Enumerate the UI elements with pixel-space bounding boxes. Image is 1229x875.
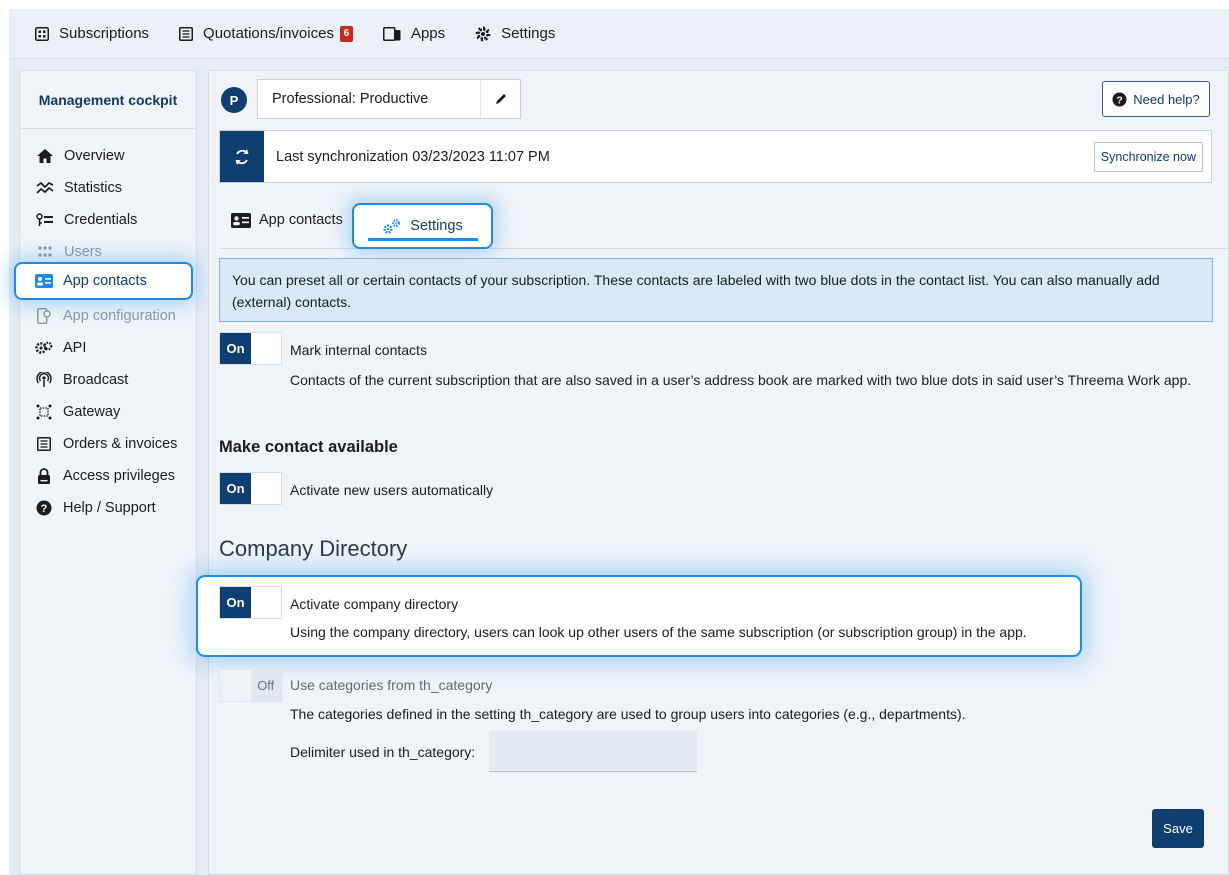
orders-icon xyxy=(35,437,53,451)
nav-settings-label: Settings xyxy=(501,25,556,42)
sidebar-item-orders-invoices[interactable]: Orders & invoices xyxy=(19,428,197,460)
broadcast-icon xyxy=(35,372,53,388)
top-navigation: Subscriptions Quotations/invoices 6 Apps… xyxy=(9,9,1229,59)
mark-internal-description: Contacts of the current subscription tha… xyxy=(290,372,1192,388)
invoice-count-badge: 6 xyxy=(339,25,353,42)
contacts-icon xyxy=(231,212,251,228)
edit-profile-button[interactable] xyxy=(480,80,520,118)
sidebar-item-help-support[interactable]: ? Help / Support xyxy=(19,492,197,524)
sidebar-item-label: App configuration xyxy=(63,308,176,324)
home-icon xyxy=(36,149,54,163)
sidebar-item-label: Broadcast xyxy=(63,372,129,388)
use-categories-description: The categories defined in the setting th… xyxy=(290,706,966,722)
nav-apps[interactable]: Apps xyxy=(382,25,446,42)
sidebar-item-label: App contacts xyxy=(63,273,147,289)
tab-settings-label: Settings xyxy=(410,218,463,234)
sidebar-item-label: API xyxy=(63,340,87,356)
sidebar-item-broadcast[interactable]: Broadcast xyxy=(19,364,197,396)
apps-icon xyxy=(382,26,401,41)
use-categories-toggle[interactable]: Off xyxy=(219,669,282,702)
nav-subscriptions-label: Subscriptions xyxy=(59,25,150,42)
need-help-label: Need help? xyxy=(1133,91,1200,107)
info-box: You can preset all or certain contacts o… xyxy=(219,258,1213,322)
activate-company-directory-description: Using the company directory, users can l… xyxy=(290,624,1027,640)
sidebar-title: Management cockpit xyxy=(20,71,196,129)
nav-subscriptions[interactable]: Subscriptions xyxy=(35,25,149,42)
profile-name: Professional: Productive xyxy=(272,91,429,107)
active-tab-indicator xyxy=(368,238,478,241)
activate-company-directory-toggle[interactable]: On xyxy=(219,586,282,619)
gears-icon xyxy=(382,218,402,234)
need-help-button[interactable]: ? Need help? xyxy=(1102,81,1210,117)
nav-settings[interactable]: Settings xyxy=(475,25,555,42)
sidebar-item-credentials[interactable]: Credentials xyxy=(20,204,196,236)
pencil-icon xyxy=(494,92,508,106)
gear-icon xyxy=(475,26,491,42)
sync-status-text: Last synchronization 03/23/2023 11:07 PM xyxy=(276,148,550,165)
company-directory-highlight xyxy=(196,575,1082,657)
use-categories-label: Use categories from th_category xyxy=(290,677,493,693)
sidebar-item-label: Statistics xyxy=(64,180,123,196)
sidebar-list: Overview Statistics Credentials Users xyxy=(20,129,196,268)
sync-icon xyxy=(220,131,264,182)
sidebar-item-statistics[interactable]: Statistics xyxy=(20,172,196,204)
toggle-track xyxy=(251,473,281,504)
svg-text:?: ? xyxy=(41,503,48,515)
sidebar-item-label: Orders & invoices xyxy=(63,436,178,452)
invoice-icon xyxy=(179,26,194,41)
gateway-icon xyxy=(35,404,53,420)
sidebar-item-label: Overview xyxy=(64,148,125,164)
chart-icon xyxy=(36,181,54,195)
app-config-icon xyxy=(35,308,53,324)
sidebar-item-label: Access privileges xyxy=(63,468,176,484)
sidebar-item-api[interactable]: API xyxy=(19,332,197,364)
save-button[interactable]: Save xyxy=(1152,809,1204,848)
sidebar-item-label: Help / Support xyxy=(63,500,156,516)
toggle-track xyxy=(220,670,251,701)
toggle-track xyxy=(251,333,281,364)
activate-new-users-label: Activate new users automatically xyxy=(290,482,494,498)
delimiter-label: Delimiter used in th_category: xyxy=(290,744,476,760)
sidebar-item-gateway[interactable]: Gateway xyxy=(19,396,197,428)
sidebar-item-label: Credentials xyxy=(64,212,138,228)
synchronize-now-button[interactable]: Synchronize now xyxy=(1093,142,1203,172)
tab-settings[interactable]: Settings xyxy=(352,203,493,249)
users-icon xyxy=(36,245,54,259)
sidebar-item-app-contacts[interactable]: App contacts xyxy=(14,262,193,300)
contacts-icon xyxy=(35,274,53,288)
tab-app-contacts-label: App contacts xyxy=(259,212,343,228)
api-icon xyxy=(35,340,53,356)
make-contact-available-heading: Make contact available xyxy=(219,438,398,456)
toggle-state: On xyxy=(220,473,251,504)
mark-internal-label: Mark internal contacts xyxy=(290,342,427,358)
key-icon xyxy=(36,213,54,227)
activate-new-users-toggle[interactable]: On xyxy=(219,472,282,505)
company-directory-heading: Company Directory xyxy=(219,536,408,561)
sync-bar: Last synchronization 03/23/2023 11:07 PM… xyxy=(219,130,1212,183)
profile-avatar: P xyxy=(221,87,247,113)
help-icon: ? xyxy=(35,500,53,516)
sidebar-item-app-configuration[interactable]: App configuration xyxy=(19,300,197,332)
nav-apps-label: Apps xyxy=(410,25,446,42)
toggle-state: On xyxy=(220,587,251,618)
help-icon: ? xyxy=(1112,91,1127,107)
sidebar-item-label: Users xyxy=(64,244,102,260)
sidebar-item-access-privileges[interactable]: Access privileges xyxy=(19,460,197,492)
mark-internal-toggle[interactable]: On xyxy=(219,332,282,365)
delimiter-input[interactable] xyxy=(489,731,697,772)
toggle-state: Off xyxy=(250,670,281,701)
svg-text:?: ? xyxy=(1117,95,1123,106)
activate-company-directory-label: Activate company directory xyxy=(290,596,459,612)
toggle-state: On xyxy=(220,333,251,364)
sidebar-list-rest: App configuration API Broadcast Gateway … xyxy=(19,300,197,524)
tab-app-contacts[interactable]: App contacts xyxy=(231,212,343,228)
toggle-track xyxy=(251,587,281,618)
sidebar-item-overview[interactable]: Overview xyxy=(20,140,196,172)
grid-icon xyxy=(35,26,49,41)
sidebar-item-label: Gateway xyxy=(63,404,121,420)
nav-quotations-label: Quotations/invoices xyxy=(203,25,334,42)
nav-quotations-invoices[interactable]: Quotations/invoices 6 xyxy=(179,25,353,42)
profile-selector[interactable]: Professional: Productive xyxy=(257,79,521,119)
lock-icon xyxy=(35,468,53,484)
